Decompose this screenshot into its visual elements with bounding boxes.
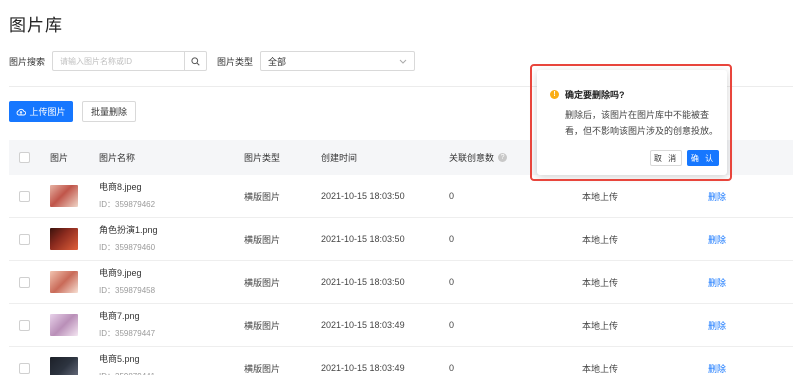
image-id: ID：359879441	[99, 370, 155, 375]
delete-link[interactable]: 删除	[708, 233, 726, 246]
image-id: ID：359879447	[99, 329, 156, 338]
image-id: ID：359879460	[99, 243, 156, 252]
table-row: 电商9.jpeg ID：359879458 横版图片 2021-10-15 18…	[9, 261, 793, 304]
table-row: 角色扮演1.png ID：359879460 横版图片 2021-10-15 1…	[9, 218, 793, 261]
image-name: 角色扮演1.png	[99, 225, 158, 235]
search-box	[52, 51, 208, 71]
image-name: 电商8.jpeg	[99, 182, 142, 192]
batch-delete-button[interactable]: 批量删除	[82, 101, 136, 122]
source: 本地上传	[582, 191, 619, 202]
creative-count: 0	[449, 320, 455, 330]
header-type: 图片类型	[244, 153, 281, 163]
image-name: 电商9.jpeg	[99, 268, 142, 278]
image-thumbnail[interactable]	[50, 228, 78, 250]
filter-bar: 图片搜索 图片类型 全部	[9, 51, 416, 71]
row-checkbox[interactable]	[19, 276, 30, 288]
image-type: 横版图片	[244, 191, 281, 202]
header-image: 图片	[50, 153, 69, 163]
row-checkbox[interactable]	[19, 233, 30, 245]
creative-count: 0	[449, 234, 455, 244]
image-id: ID：359879462	[99, 200, 156, 209]
type-select[interactable]: 全部	[260, 51, 416, 71]
image-thumbnail[interactable]	[50, 271, 78, 293]
table-row: 电商8.jpeg ID：359879462 横版图片 2021-10-15 18…	[9, 175, 793, 218]
search-input[interactable]	[53, 52, 185, 70]
row-checkbox[interactable]	[19, 362, 30, 374]
image-thumbnail[interactable]	[50, 314, 78, 336]
search-label: 图片搜索	[9, 56, 46, 67]
image-thumbnail[interactable]	[50, 357, 78, 375]
image-name: 电商5.png	[99, 354, 140, 364]
type-label: 图片类型	[217, 56, 254, 67]
row-checkbox[interactable]	[19, 190, 30, 202]
created-time: 2021-10-15 18:03:50	[321, 234, 405, 244]
search-button[interactable]	[184, 52, 206, 70]
image-id: ID：359879458	[99, 286, 156, 295]
highlight-box	[530, 64, 732, 181]
delete-link[interactable]: 删除	[708, 276, 726, 289]
table-row: 电商5.png ID：359879441 横版图片 2021-10-15 18:…	[9, 347, 793, 375]
created-time: 2021-10-15 18:03:49	[321, 320, 405, 330]
delete-link[interactable]: 删除	[708, 362, 726, 375]
created-time: 2021-10-15 18:03:50	[321, 191, 405, 201]
created-time: 2021-10-15 18:03:50	[321, 277, 405, 287]
image-name: 电商7.png	[99, 311, 140, 321]
source: 本地上传	[582, 234, 619, 245]
upload-image-button[interactable]: 上传图片	[9, 101, 73, 122]
image-thumbnail[interactable]	[50, 185, 78, 207]
source: 本地上传	[582, 277, 619, 288]
page-title: 图片库	[9, 16, 63, 35]
select-all-checkbox[interactable]	[19, 152, 30, 163]
created-time: 2021-10-15 18:03:49	[321, 363, 405, 373]
image-type: 横版图片	[244, 277, 281, 288]
upload-cloud-icon	[17, 108, 27, 115]
row-checkbox[interactable]	[19, 319, 30, 331]
table-row: 电商7.png ID：359879447 横版图片 2021-10-15 18:…	[9, 304, 793, 347]
search-icon	[191, 56, 200, 66]
header-name: 图片名称	[99, 153, 136, 163]
delete-link[interactable]: 删除	[708, 319, 726, 332]
header-created: 创建时间	[321, 153, 358, 163]
image-type: 横版图片	[244, 234, 281, 245]
help-icon[interactable]: ?	[498, 153, 508, 162]
source: 本地上传	[582, 363, 619, 374]
creative-count: 0	[449, 191, 455, 201]
source: 本地上传	[582, 320, 619, 331]
delete-link[interactable]: 删除	[708, 190, 726, 203]
header-count: 关联创意数	[449, 153, 495, 163]
upload-image-label: 上传图片	[29, 107, 66, 117]
type-select-value: 全部	[268, 56, 287, 67]
image-type: 横版图片	[244, 363, 281, 374]
chevron-down-icon	[399, 59, 407, 64]
creative-count: 0	[449, 277, 455, 287]
image-type: 横版图片	[244, 320, 281, 331]
creative-count: 0	[449, 363, 455, 373]
